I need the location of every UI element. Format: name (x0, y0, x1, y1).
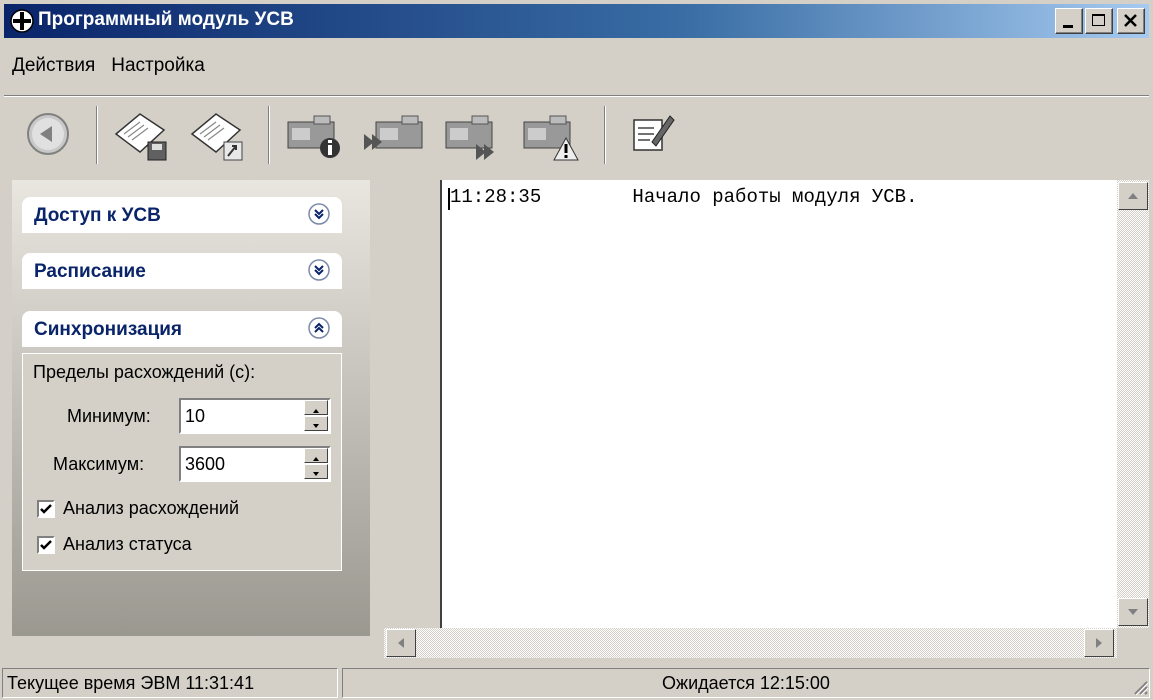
back-button[interactable] (18, 102, 82, 168)
status-current-time: Текущее время ЭВМ 11:31:41 (2, 668, 338, 698)
min-spin-arrows (303, 400, 329, 432)
status-analysis-checkbox[interactable] (37, 536, 55, 554)
spin-up-button[interactable] (304, 400, 328, 415)
checkmark-icon (40, 504, 52, 514)
min-label: Минимум: (67, 406, 151, 426)
maximize-icon (1092, 14, 1105, 26)
minimize-button[interactable] (1055, 8, 1083, 34)
menu-actions[interactable]: Действия (4, 52, 103, 80)
device-info-icon (287, 115, 340, 158)
device-send-icon (445, 115, 494, 160)
scroll-right-icon (1096, 638, 1102, 648)
edit-notes-button[interactable] (624, 102, 688, 168)
device-send-button[interactable] (440, 102, 504, 168)
vertical-scrollbar[interactable] (1117, 180, 1149, 628)
status-bar: Текущее время ЭВМ 11:31:41 Ожидается 12:… (0, 664, 1153, 700)
maximize-button[interactable] (1085, 8, 1113, 34)
discrepancy-analysis-checkbox[interactable] (37, 500, 55, 518)
section-header-schedule[interactable]: Расписание (22, 253, 342, 289)
section-title: Расписание (34, 261, 146, 282)
device-warning-icon (523, 115, 579, 161)
down-arrow-icon (313, 472, 319, 476)
checkmark-icon (40, 540, 52, 550)
edit-notes-icon (633, 115, 675, 151)
toolbar-separator (96, 106, 98, 164)
status-analysis-label[interactable]: Анализ статуса (63, 534, 192, 555)
expand-chevron-icon[interactable] (308, 259, 330, 281)
section-title: Синхронизация (34, 319, 183, 340)
scroll-up-button[interactable] (1118, 182, 1148, 210)
toolbar-divider (4, 95, 1149, 97)
limits-label: Пределы расхождений (с): (33, 362, 256, 382)
section-header-access[interactable]: Доступ к УСВ (22, 197, 342, 233)
sync-section-body: Пределы расхождений (с): Минимум: 10 Мак… (22, 353, 342, 571)
export-document-button[interactable] (186, 102, 250, 168)
toolbar-separator (604, 106, 606, 164)
spin-up-button[interactable] (304, 448, 328, 463)
min-spinbox[interactable]: 10 (179, 398, 331, 434)
max-spinbox[interactable]: 3600 (179, 446, 331, 482)
horizontal-scrollbar[interactable] (384, 628, 1117, 658)
expand-chevron-icon[interactable] (308, 203, 330, 225)
collapse-chevron-icon[interactable] (308, 317, 330, 339)
app-clock-icon (10, 9, 34, 33)
max-value[interactable]: 3600 (185, 454, 225, 475)
title-bar[interactable]: Программный модуль УСВ (4, 4, 1149, 38)
minimize-icon (1063, 25, 1073, 28)
scroll-up-icon (1128, 193, 1138, 199)
save-document-icon (114, 113, 167, 161)
close-button[interactable] (1117, 8, 1145, 34)
menu-bar: Действия Настройка (4, 52, 213, 80)
spin-down-button[interactable] (304, 416, 328, 431)
toolbar-separator (268, 106, 270, 164)
save-document-button[interactable] (110, 102, 174, 168)
device-receive-button[interactable] (362, 102, 426, 168)
device-receive-icon (364, 115, 423, 150)
log-gutter (384, 180, 440, 628)
window-title: Программный модуль УСВ (38, 9, 294, 30)
close-icon (1124, 14, 1137, 27)
up-arrow-icon (313, 457, 319, 461)
back-icon (27, 113, 69, 155)
device-warning-button[interactable] (518, 102, 582, 168)
scroll-left-button[interactable] (386, 629, 416, 657)
export-document-icon (190, 113, 243, 161)
section-header-sync[interactable]: Синхронизация (22, 311, 342, 347)
scroll-right-button[interactable] (1084, 629, 1114, 657)
log-line: 11:28:35 Начало работы модуля УСВ. (450, 186, 918, 208)
discrepancy-analysis-label[interactable]: Анализ расхождений (63, 498, 239, 519)
max-spin-arrows (303, 448, 329, 480)
resize-grip-icon[interactable] (1129, 676, 1149, 696)
menu-settings[interactable]: Настройка (103, 52, 213, 80)
down-arrow-icon (313, 424, 319, 428)
scroll-down-icon (1128, 609, 1138, 615)
up-arrow-icon (313, 409, 319, 413)
spin-down-button[interactable] (304, 464, 328, 479)
status-expected: Ожидается 12:15:00 (342, 668, 1150, 698)
scroll-left-icon (398, 638, 404, 648)
app-window: Программный модуль УСВ Действия Настройк… (0, 0, 1153, 700)
log-text-area[interactable]: 11:28:35 Начало работы модуля УСВ. (440, 180, 1117, 628)
max-label: Максимум: (53, 454, 145, 474)
device-info-button[interactable] (282, 102, 346, 168)
section-title: Доступ к УСВ (34, 205, 161, 226)
scroll-down-button[interactable] (1118, 598, 1148, 626)
scrollbar-corner (1117, 628, 1149, 658)
min-value[interactable]: 10 (185, 406, 205, 427)
